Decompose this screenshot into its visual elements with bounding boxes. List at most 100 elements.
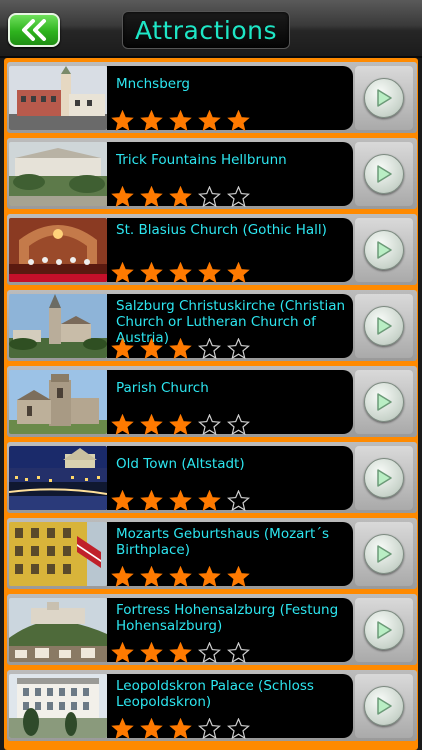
star-filled-icon [140,489,163,512]
attraction-info: Mnchsberg [107,66,353,132]
rating-stars [111,717,250,740]
star-filled-icon [111,565,134,588]
rating-stars [111,109,250,132]
star-empty-icon [198,717,221,740]
title-box: Attractions [122,11,290,49]
list-item[interactable]: Fortress Hohensalzburg (Festung Hohensal… [7,594,417,665]
attraction-info: Trick Fountains Hellbrunn [107,142,353,208]
star-filled-icon [169,413,192,436]
rating-stars [111,185,250,208]
star-filled-icon [111,641,134,664]
attraction-thumbnail [9,370,107,434]
attraction-title: Mnchsberg [116,76,190,92]
star-filled-icon [169,185,192,208]
header-bar: Attractions [0,0,422,58]
attraction-info: St. Blasius Church (Gothic Hall) [107,218,353,284]
star-filled-icon [140,565,163,588]
attraction-thumbnail [9,218,107,282]
rating-stars [111,489,250,512]
star-filled-icon [198,489,221,512]
rating-stars [111,641,250,664]
star-empty-icon [227,489,250,512]
attraction-thumbnail [9,294,107,358]
play-arrow-icon [364,230,404,270]
attraction-thumbnail [9,522,107,586]
star-filled-icon [169,641,192,664]
list-item[interactable]: Mnchsberg [7,62,417,133]
star-filled-icon [169,109,192,132]
play-arrow-icon [364,154,404,194]
star-filled-icon [227,565,250,588]
page-title: Attractions [134,15,278,45]
star-filled-icon [140,185,163,208]
open-detail-button[interactable] [355,522,413,586]
star-empty-icon [198,185,221,208]
star-filled-icon [111,185,134,208]
star-filled-icon [140,337,163,360]
star-filled-icon [111,261,134,284]
star-filled-icon [169,717,192,740]
star-filled-icon [198,565,221,588]
attraction-title: Fortress Hohensalzburg (Festung Hohensal… [116,602,339,634]
play-arrow-icon [364,534,404,574]
star-filled-icon [140,413,163,436]
star-filled-icon [111,337,134,360]
star-empty-icon [227,641,250,664]
star-empty-icon [227,717,250,740]
attraction-info: Salzburg Christuskirche (Christian Churc… [107,294,353,360]
list-item[interactable]: Old Town (Altstadt) [7,442,417,513]
star-filled-icon [198,109,221,132]
star-filled-icon [169,489,192,512]
star-filled-icon [111,489,134,512]
play-arrow-icon [364,382,404,422]
list-item[interactable]: Mozarts Geburtshaus (Mozart´s Birthplace… [7,518,417,589]
rating-stars [111,261,250,284]
star-filled-icon [111,413,134,436]
attraction-title: Trick Fountains Hellbrunn [116,152,287,168]
star-empty-icon [198,641,221,664]
rating-stars [111,337,250,360]
attraction-info: Fortress Hohensalzburg (Festung Hohensal… [107,598,353,664]
open-detail-button[interactable] [355,142,413,206]
play-arrow-icon [364,610,404,650]
open-detail-button[interactable] [355,218,413,282]
star-filled-icon [140,641,163,664]
back-button[interactable] [8,13,60,47]
attraction-info: Mozarts Geburtshaus (Mozart´s Birthplace… [107,522,353,588]
star-filled-icon [198,261,221,284]
open-detail-button[interactable] [355,598,413,662]
attraction-title: Old Town (Altstadt) [116,456,245,472]
play-arrow-icon [364,78,404,118]
attraction-thumbnail [9,66,107,130]
list-item[interactable]: Trick Fountains Hellbrunn [7,138,417,209]
list-item[interactable]: Salzburg Christuskirche (Christian Churc… [7,290,417,361]
star-filled-icon [169,565,192,588]
list-item[interactable]: St. Blasius Church (Gothic Hall) [7,214,417,285]
star-empty-icon [227,413,250,436]
attraction-info: Leopoldskron Palace (Schloss Leopoldskro… [107,674,353,740]
open-detail-button[interactable] [355,294,413,358]
star-empty-icon [227,185,250,208]
play-arrow-icon [364,686,404,726]
attraction-thumbnail [9,598,107,662]
star-empty-icon [198,413,221,436]
star-filled-icon [227,261,250,284]
open-detail-button[interactable] [355,66,413,130]
star-filled-icon [111,109,134,132]
open-detail-button[interactable] [355,674,413,738]
attraction-title: Leopoldskron Palace (Schloss Leopoldskro… [116,678,314,710]
rating-stars [111,565,250,588]
play-arrow-icon [364,458,404,498]
list-item[interactable]: Leopoldskron Palace (Schloss Leopoldskro… [7,670,417,741]
open-detail-button[interactable] [355,446,413,510]
list-item[interactable]: Parish Church [7,366,417,437]
attraction-thumbnail [9,674,107,738]
attraction-thumbnail [9,142,107,206]
star-filled-icon [140,261,163,284]
star-empty-icon [227,337,250,360]
attractions-list: Mnchsberg Trick Fountains Hellbrunn St. Bl… [4,58,418,750]
star-filled-icon [169,337,192,360]
open-detail-button[interactable] [355,370,413,434]
attraction-title: Parish Church [116,380,209,396]
star-filled-icon [111,717,134,740]
